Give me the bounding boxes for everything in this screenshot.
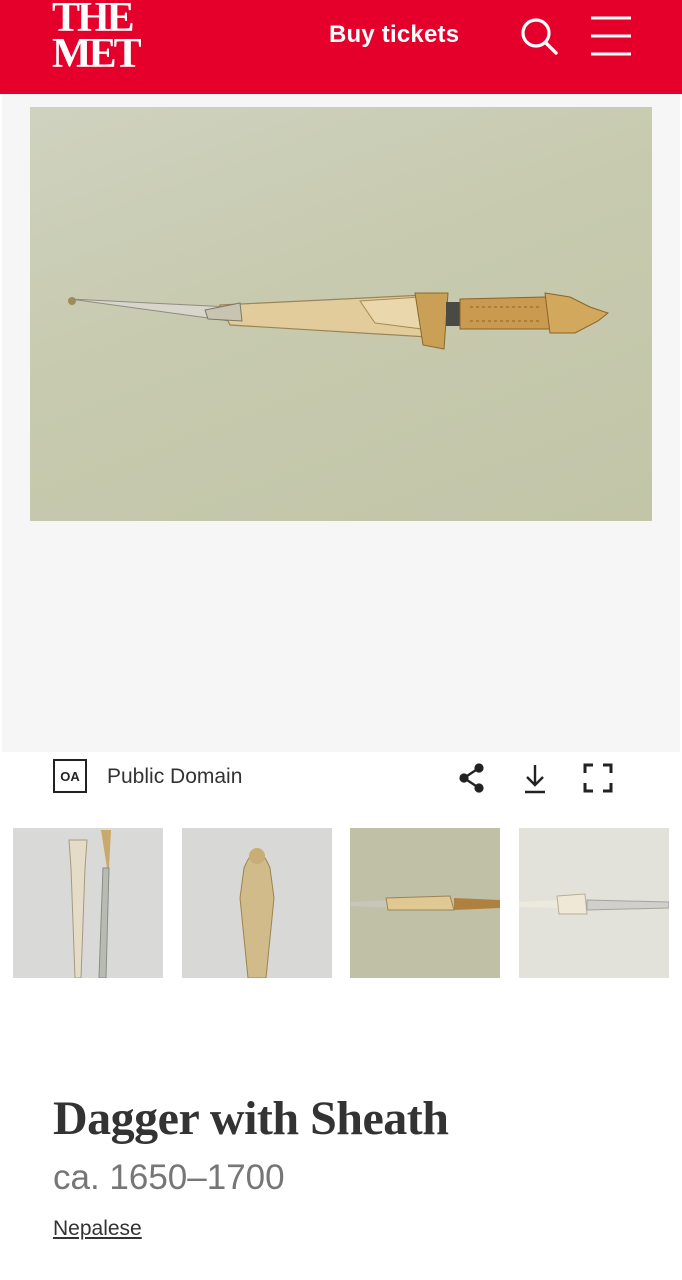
menu-button[interactable] bbox=[588, 14, 632, 58]
open-access-badge: OA bbox=[53, 759, 87, 793]
image-viewer bbox=[2, 94, 680, 752]
artwork-main-image[interactable] bbox=[30, 107, 652, 521]
search-icon bbox=[521, 18, 558, 55]
fullscreen-button[interactable] bbox=[581, 761, 615, 795]
thumbnail-image bbox=[350, 895, 500, 911]
download-icon bbox=[525, 765, 545, 794]
fullscreen-icon bbox=[583, 763, 613, 793]
rights-label: Public Domain bbox=[107, 765, 243, 788]
search-button[interactable] bbox=[517, 14, 561, 58]
site-header: THE MET Buy tickets bbox=[0, 0, 682, 94]
thumbnail-1[interactable] bbox=[13, 828, 163, 978]
thumbnail-4[interactable] bbox=[519, 828, 669, 978]
thumbnail-image bbox=[239, 848, 275, 978]
met-logo[interactable]: THE MET bbox=[52, 0, 142, 78]
thumbnail-image bbox=[519, 893, 669, 915]
hamburger-menu-icon bbox=[591, 16, 631, 56]
dagger-illustration bbox=[68, 292, 610, 350]
thumbnail-2[interactable] bbox=[182, 828, 332, 978]
thumbnail-image bbox=[68, 830, 111, 978]
logo-line-2: MET bbox=[52, 31, 142, 77]
share-icon bbox=[459, 763, 484, 793]
buy-tickets-button[interactable]: Buy tickets bbox=[329, 18, 459, 52]
artwork-date: ca. 1650–1700 bbox=[53, 1158, 285, 1197]
culture-link[interactable]: Nepalese bbox=[53, 1214, 142, 1244]
artwork-title: Dagger with Sheath bbox=[53, 1092, 449, 1145]
share-button[interactable] bbox=[455, 761, 489, 795]
thumbnail-3[interactable] bbox=[350, 828, 500, 978]
download-button[interactable] bbox=[518, 761, 552, 795]
